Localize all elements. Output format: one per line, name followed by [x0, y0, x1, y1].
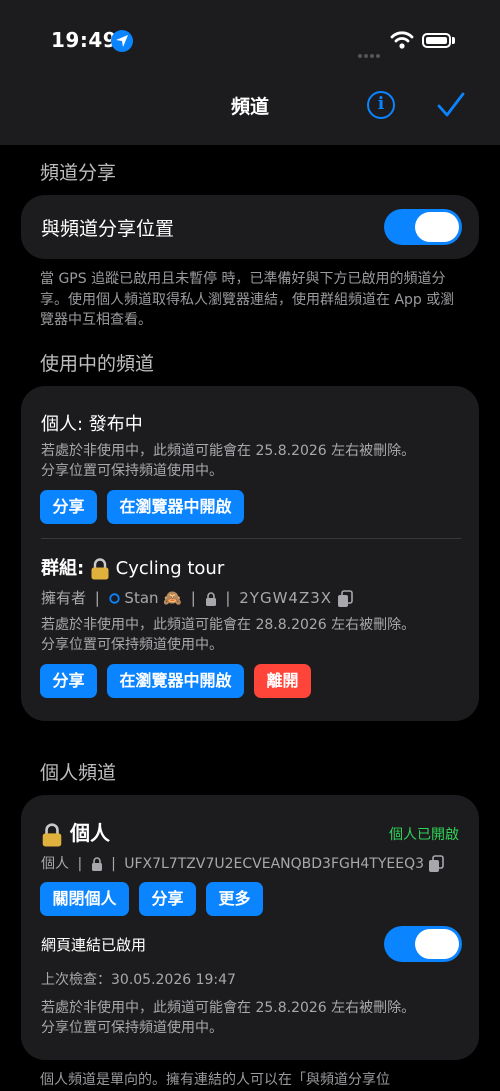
personal-card-warning-line1: 若處於非使用中，此頻道可能會在 25.8.2026 左右被刪除。	[41, 1000, 416, 1016]
owner-name: Stan	[124, 589, 159, 607]
status-bar: 19:49	[0, 0, 500, 80]
lock-icon	[91, 558, 109, 580]
share-location-toggle[interactable]	[384, 209, 462, 245]
battery-cap	[452, 37, 455, 44]
personal-warning-line2: 分享位置可保持頻道使用中。	[41, 463, 223, 479]
owner-label: 擁有者	[41, 589, 87, 607]
personal-card-share-button[interactable]: 分享	[139, 882, 196, 916]
group-meta: 擁有者 | Stan 🙈 | | 2YGW4Z3X	[41, 587, 353, 608]
location-arrow-icon	[111, 30, 133, 52]
meta-separator: |	[77, 856, 83, 872]
meta-separator: |	[111, 856, 116, 872]
copy-icon[interactable]	[428, 855, 445, 873]
group-open-browser-button[interactable]: 在瀏覽器中開啟	[107, 664, 244, 698]
group-warning-line2: 分享位置可保持頻道使用中。	[41, 637, 223, 653]
last-checked: 上次檢查：30.05.2026 19:47	[41, 972, 236, 988]
share-location-label: 與頻道分享位置	[41, 218, 175, 240]
nav-title: 頻道	[230, 96, 269, 118]
meta-separator: |	[225, 589, 231, 607]
section-header-active: 使用中的頻道	[40, 353, 155, 375]
personal-warning-line1: 若處於非使用中，此頻道可能會在 25.8.2026 左右被刪除。	[41, 443, 416, 459]
personal-type-label: 個人	[41, 856, 69, 872]
personal-channel-title: 個人: 發布中	[41, 414, 143, 435]
share-section-footer: 當 GPS 追蹤已啟用且未暫停 時，已準備好與下方已啟用的頻道分享。使用個人頻道…	[40, 271, 455, 328]
personal-section-footer: 個人頻道是單向的。擁有連結的人可以在「與頻道分享位	[40, 1072, 390, 1088]
cellular-signal-icon	[358, 43, 382, 62]
active-channels-card: 個人: 發布中 若處於非使用中，此頻道可能會在 25.8.2026 左右被刪除。…	[21, 386, 479, 721]
meta-separator: |	[190, 589, 196, 607]
group-channel-title: 群組: Cycling tour	[41, 554, 224, 580]
copy-icon[interactable]	[337, 589, 353, 608]
small-lock-icon	[205, 591, 216, 606]
personal-open-browser-button[interactable]: 在瀏覽器中開啟	[107, 490, 244, 524]
more-button[interactable]: 更多	[206, 882, 263, 916]
info-icon[interactable]: i	[367, 91, 395, 119]
personal-card-title: 個人	[41, 817, 110, 847]
group-warning-line1: 若處於非使用中，此頻道可能會在 28.8.2026 左右被刪除。	[41, 617, 416, 633]
weblink-label: 網頁連結已啟用	[41, 936, 147, 954]
status-time: 19:49	[51, 28, 118, 52]
group-leave-button[interactable]: 離開	[254, 664, 311, 698]
personal-code: UFX7L7TZV7U2ECVEANQBD3FGH4TYEEQ3	[124, 856, 424, 872]
battery-icon	[422, 33, 451, 48]
toggle-knob	[415, 212, 459, 242]
group-title-name: Cycling tour	[115, 558, 225, 579]
group-title-prefix: 群組:	[41, 558, 85, 579]
owner-emoji: 🙈	[163, 589, 182, 607]
small-lock-icon	[91, 857, 102, 871]
weblink-toggle[interactable]	[384, 926, 462, 962]
personal-share-button[interactable]: 分享	[40, 490, 97, 524]
section-header-personal: 個人頻道	[40, 762, 117, 784]
owner-status-dot-icon	[108, 593, 120, 604]
section-header-share: 頻道分享	[40, 162, 117, 184]
personal-card-title-text: 個人	[69, 821, 110, 845]
group-share-button[interactable]: 分享	[40, 664, 97, 698]
group-code: 2YGW4Z3X	[239, 589, 333, 607]
done-checkmark-icon[interactable]	[436, 91, 466, 119]
close-personal-button[interactable]: 關閉個人	[40, 882, 129, 916]
lock-icon	[42, 822, 62, 846]
meta-separator: |	[94, 589, 100, 607]
divider	[41, 538, 461, 539]
wifi-icon	[390, 31, 414, 49]
personal-channel-card: 個人 個人已開啟 個人 | | UFX7L7TZV7U2ECVEANQBD3FG…	[21, 795, 479, 1060]
personal-meta: 個人 | | UFX7L7TZV7U2ECVEANQBD3FGH4TYEEQ3	[41, 853, 445, 873]
personal-open-status: 個人已開啟	[389, 827, 459, 843]
share-location-row: 與頻道分享位置	[21, 195, 479, 259]
toggle-knob	[415, 929, 459, 959]
personal-card-warning-line2: 分享位置可保持頻道使用中。	[41, 1020, 223, 1036]
top-bar: 19:49 頻道 i	[0, 0, 500, 145]
